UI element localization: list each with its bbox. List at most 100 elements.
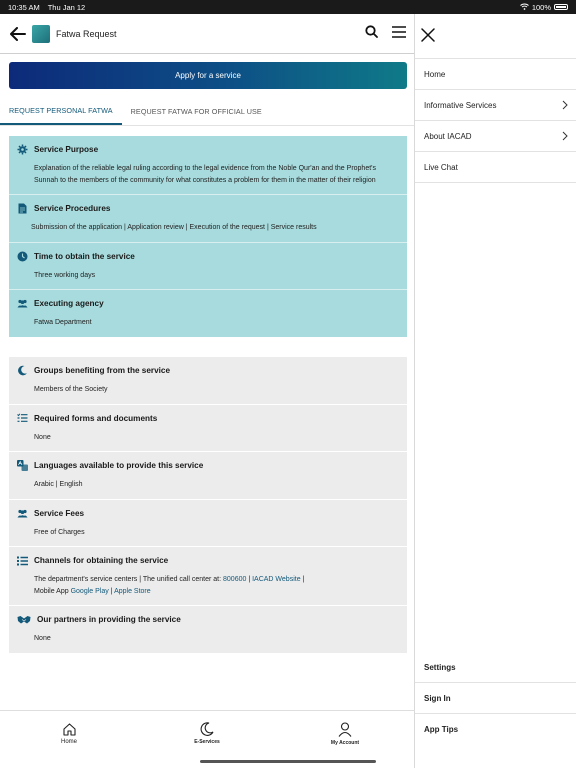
channels-text: The department's service centers | The u… xyxy=(34,576,224,583)
battery-icon xyxy=(554,4,568,10)
service-procedures-section: Service Procedures Submission of the app… xyxy=(9,195,407,243)
drawer-item-app-tips[interactable]: App Tips xyxy=(415,714,576,745)
section-title: Groups benefiting from the service xyxy=(34,366,171,375)
arrow-left-icon xyxy=(10,26,26,41)
moon-icon xyxy=(200,722,214,736)
section-title: Executing agency xyxy=(34,299,104,308)
section-body: None xyxy=(34,433,51,441)
apply-for-service-button[interactable]: Apply for a service xyxy=(9,62,407,89)
search-button[interactable] xyxy=(365,24,378,43)
list-icon xyxy=(17,555,28,566)
moon-icon xyxy=(17,365,28,376)
menu-button[interactable] xyxy=(392,25,406,43)
section-title: Service Purpose xyxy=(34,145,99,154)
drawer-item-live-chat[interactable]: Live Chat xyxy=(415,152,576,183)
clock-icon xyxy=(17,251,28,262)
section-body: Three working days xyxy=(34,271,96,279)
section-title: Our partners in providing the service xyxy=(37,615,181,624)
bottom-navigation: Home E-Services My Account xyxy=(0,710,414,756)
groups-benefiting-section: Groups benefiting from the service Membe… xyxy=(9,357,407,405)
section-title: Languages available to provide this serv… xyxy=(34,461,204,470)
apple-store-link[interactable]: Apple Store xyxy=(114,588,151,595)
channels-section: Channels for obtaining the service The d… xyxy=(9,547,407,606)
section-body: Arabic | English xyxy=(34,481,83,488)
drawer-item-home[interactable]: Home xyxy=(415,59,576,90)
nav-label: Home xyxy=(60,738,77,745)
section-title: Channels for obtaining the service xyxy=(34,556,169,565)
search-icon xyxy=(365,24,378,38)
nav-eservices[interactable]: E-Services xyxy=(138,711,276,756)
iacad-logo xyxy=(32,24,50,43)
section-body: Submission of the application | Applicat… xyxy=(31,224,317,231)
translate-icon xyxy=(17,460,28,471)
people-icon xyxy=(17,508,28,519)
nav-label: My Account xyxy=(330,739,360,746)
side-drawer: Home Informative Services About IACAD Li… xyxy=(414,14,576,768)
time-to-obtain-section: Time to obtain the service Three working… xyxy=(9,243,407,290)
call-center-link[interactable]: 800600 xyxy=(223,576,246,583)
user-icon xyxy=(338,721,352,737)
wifi-icon xyxy=(519,3,529,12)
handshake-icon xyxy=(17,614,31,625)
drawer-item-about-iacad[interactable]: About IACAD xyxy=(415,121,576,152)
tab-official-fatwa[interactable]: REQUEST FATWA FOR OFFICIAL USE xyxy=(122,98,271,125)
nav-my-account[interactable]: My Account xyxy=(276,711,414,756)
drawer-item-label: Sign In xyxy=(424,693,451,703)
home-icon xyxy=(62,722,76,736)
partners-section: Our partners in providing the service No… xyxy=(9,606,407,654)
drawer-item-label: Settings xyxy=(424,662,456,672)
status-time: 10:35 AM xyxy=(8,2,40,12)
drawer-bottom-menu: Settings Sign In App Tips xyxy=(415,652,576,745)
service-purpose-section: Service Purpose Explanation of the relia… xyxy=(9,136,407,195)
nav-label: E-Services xyxy=(194,739,220,745)
status-bar: 10:35 AM Thu Jan 12 100% xyxy=(0,0,576,14)
app-header: Fatwa Request xyxy=(0,14,414,54)
drawer-item-label: App Tips xyxy=(424,725,459,734)
executing-agency-section: Executing agency Fatwa Department xyxy=(9,290,407,337)
document-icon xyxy=(17,203,28,214)
tab-personal-fatwa[interactable]: REQUEST PERSONAL FATWA xyxy=(0,98,122,125)
hamburger-icon xyxy=(392,25,406,38)
chevron-right-icon xyxy=(562,131,568,141)
home-indicator xyxy=(200,760,376,763)
status-date: Thu Jan 12 xyxy=(47,2,86,12)
iacad-website-link[interactable]: IACAD Website xyxy=(252,576,301,583)
back-button[interactable] xyxy=(8,24,28,44)
section-title: Required forms and documents xyxy=(34,413,158,423)
section-title: Time to obtain the service xyxy=(34,251,135,261)
nav-home[interactable]: Home xyxy=(0,711,138,756)
close-icon xyxy=(421,28,435,42)
drawer-item-informative-services[interactable]: Informative Services xyxy=(415,90,576,121)
drawer-item-label: About IACAD xyxy=(424,131,472,141)
drawer-menu: Home Informative Services About IACAD Li… xyxy=(415,58,576,183)
people-icon xyxy=(17,298,28,309)
drawer-item-settings[interactable]: Settings xyxy=(415,652,576,683)
gear-icon xyxy=(17,144,28,155)
checklist-icon xyxy=(17,413,28,424)
chevron-right-icon xyxy=(562,100,568,110)
separator: | xyxy=(300,576,305,583)
section-body: None xyxy=(34,635,51,642)
battery-percent: 100% xyxy=(531,2,551,12)
drawer-item-label: Informative Services xyxy=(424,100,497,110)
languages-section: Languages available to provide this serv… xyxy=(9,452,407,500)
close-drawer-button[interactable] xyxy=(421,28,437,44)
required-forms-section: Required forms and documents None xyxy=(9,405,407,452)
service-details-panel: Groups benefiting from the service Membe… xyxy=(9,357,407,654)
drawer-item-label: Home xyxy=(424,69,446,79)
drawer-item-sign-in[interactable]: Sign In xyxy=(415,683,576,714)
drawer-item-label: Live Chat xyxy=(424,162,458,172)
section-title: Service Fees xyxy=(34,508,85,518)
page-title: Fatwa Request xyxy=(56,28,117,39)
section-title: Service Procedures xyxy=(34,204,111,213)
section-body: The department's service centers | The u… xyxy=(17,574,395,597)
mobile-app-text: Mobile App xyxy=(34,587,71,595)
tab-bar: REQUEST PERSONAL FATWA REQUEST FATWA FOR… xyxy=(0,98,414,126)
google-play-link[interactable]: Google Play xyxy=(71,588,109,595)
section-body: Members of the Society xyxy=(34,386,108,393)
section-body: Explanation of the reliable legal ruling… xyxy=(34,165,376,184)
service-fees-section: Service Fees Free of Charges xyxy=(9,500,407,547)
section-body: Free of Charges xyxy=(34,528,85,536)
service-info-panel: Service Purpose Explanation of the relia… xyxy=(9,136,407,337)
section-body: Fatwa Department xyxy=(34,319,92,326)
